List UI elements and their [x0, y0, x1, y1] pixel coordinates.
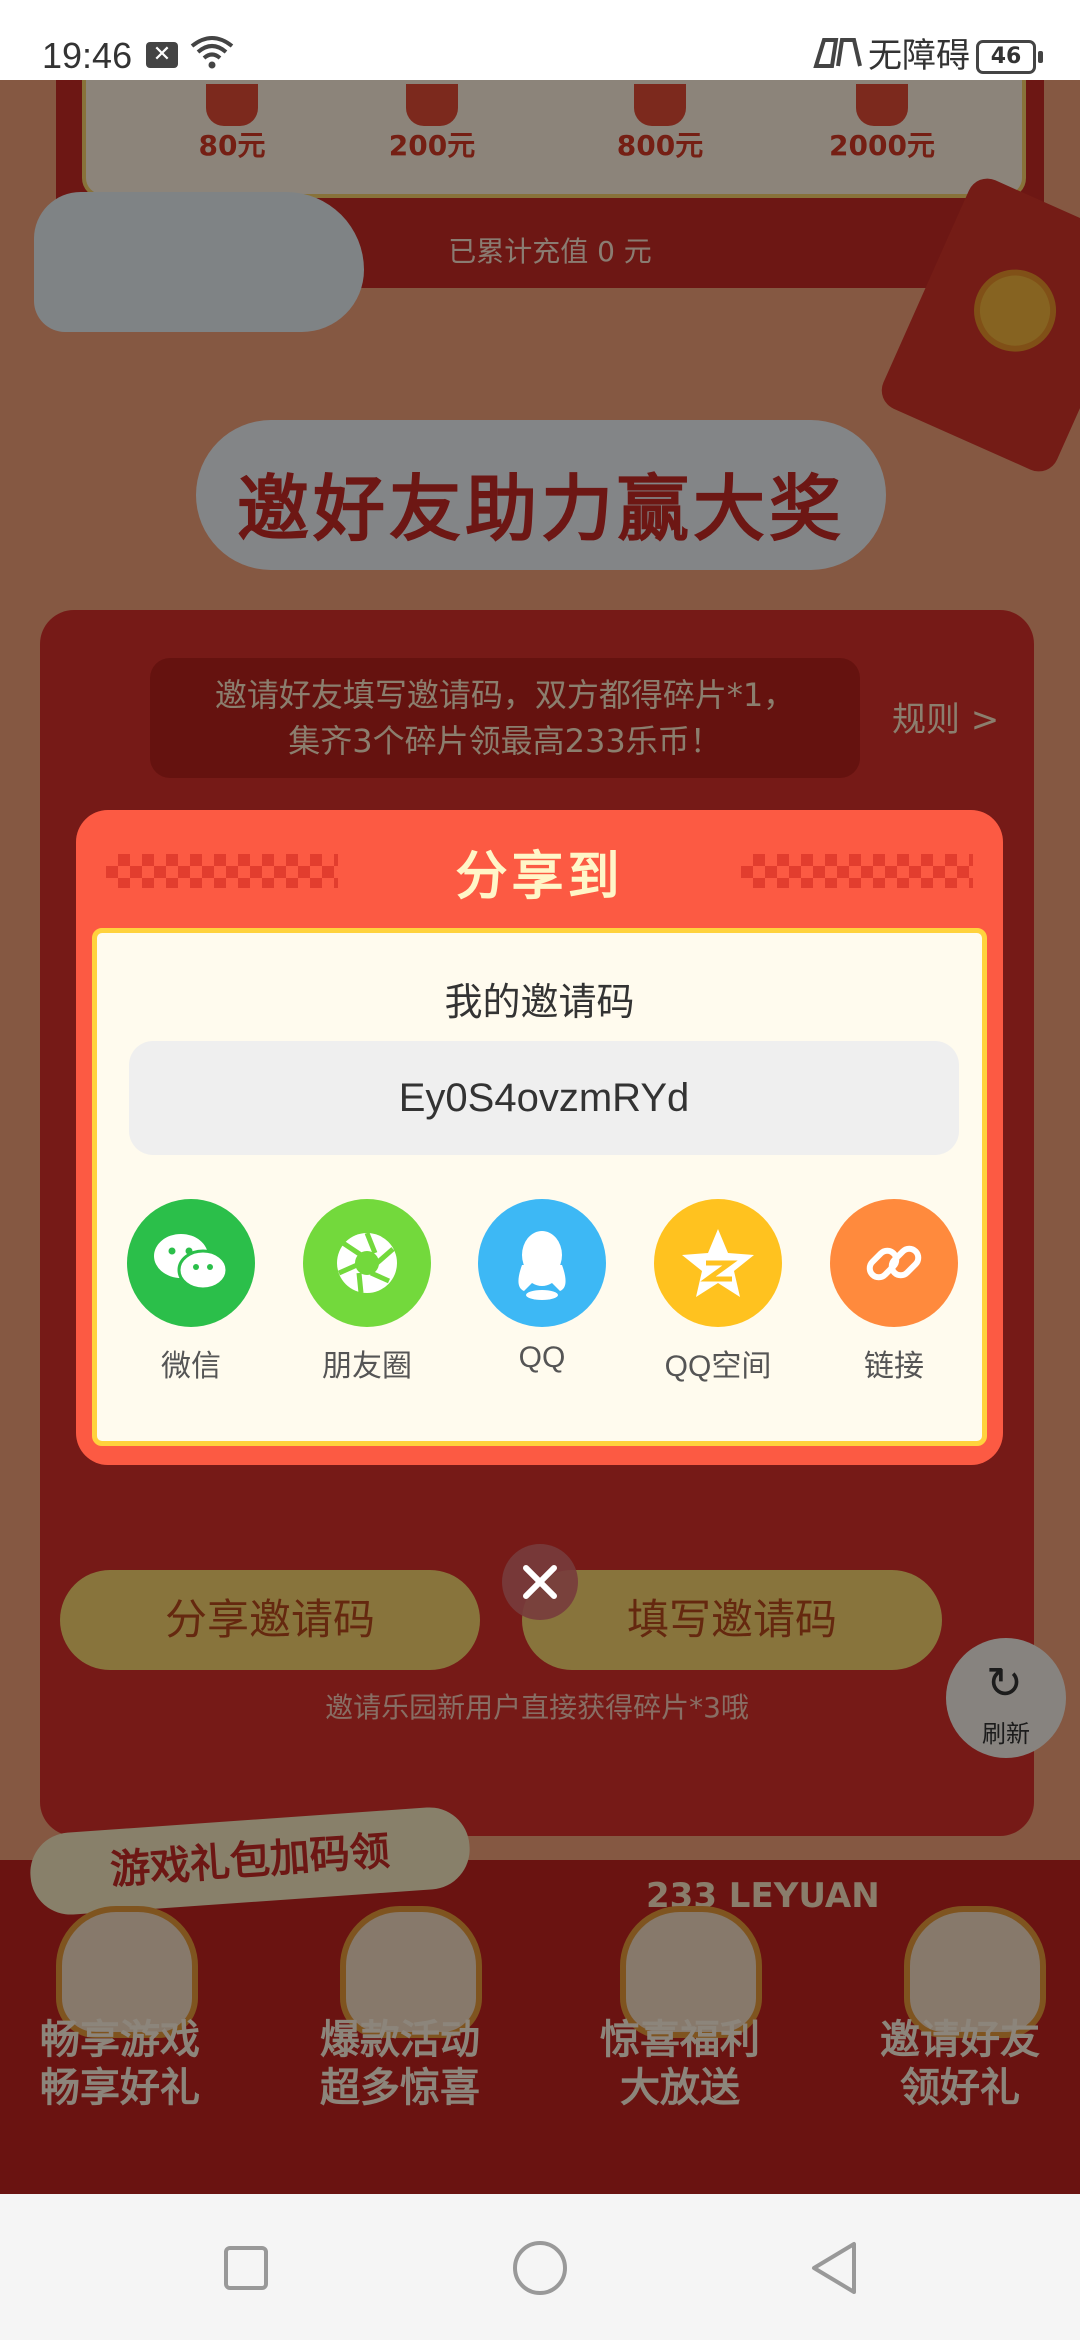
share-label-wechat: 微信 [161, 1350, 221, 1383]
qzone-icon [654, 1199, 782, 1327]
qq-icon [478, 1199, 606, 1327]
wechat-icon [127, 1199, 255, 1327]
accessibility-icon [813, 38, 862, 68]
share-link[interactable]: 链接 [819, 1199, 969, 1385]
share-label-qzone: QQ空间 [664, 1350, 772, 1383]
status-bar: 19:46 ✕ 无障碍 46 [0, 0, 1080, 80]
share-qzone[interactable]: QQ空间 [643, 1199, 793, 1385]
moments-icon [303, 1199, 431, 1327]
wifi-icon [190, 36, 234, 69]
share-moments[interactable]: 朋友圈 [292, 1199, 442, 1385]
invite-code-label: 我的邀请码 [444, 980, 635, 1024]
home-circle-icon[interactable] [510, 2238, 570, 2298]
invite-code-field[interactable]: Ey0S4ovzmRYd [129, 1041, 959, 1155]
recents-square-icon[interactable] [216, 2238, 276, 2298]
battery-icon: 46 [976, 40, 1043, 74]
share-card: 我的邀请码 Ey0S4ovzmRYd 微信 朋友圈 QQ QQ空间 链接 [92, 928, 987, 1446]
system-nav-bar [0, 2194, 1080, 2340]
share-qq[interactable]: QQ [467, 1199, 617, 1375]
notification-icon: ✕ [146, 42, 178, 68]
share-wechat[interactable]: 微信 [116, 1199, 266, 1385]
status-time: 19:46 [42, 35, 133, 76]
share-modal: 分享到 我的邀请码 Ey0S4ovzmRYd 微信 朋友圈 QQ QQ空间 链接 [76, 810, 1003, 1465]
link-icon [830, 1199, 958, 1327]
back-triangle-icon[interactable] [804, 2238, 864, 2298]
close-modal-button[interactable] [502, 1544, 578, 1620]
share-label-qq: QQ [518, 1341, 566, 1374]
modal-title: 分享到 [455, 847, 624, 907]
share-label-link: 链接 [864, 1350, 924, 1383]
close-icon [523, 1565, 557, 1599]
share-label-moments: 朋友圈 [322, 1350, 412, 1383]
accessibility-label: 无障碍 [868, 36, 970, 76]
